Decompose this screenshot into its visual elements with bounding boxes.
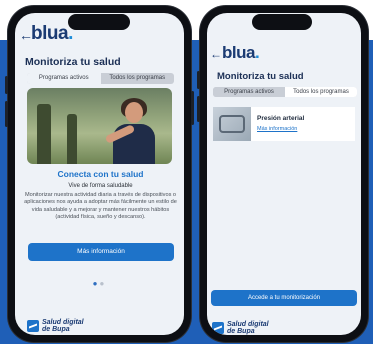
bupa-logo-icon [212, 322, 224, 334]
page-title: Monitoriza tu salud [217, 71, 304, 82]
carousel-dot[interactable]: ● [100, 279, 107, 288]
program-card[interactable]: Presión arterial Más información [213, 107, 355, 141]
footer-line-1: Salud digital [42, 319, 84, 326]
section-subheading: Vive de forma saludable [68, 183, 133, 189]
footer-line-2: de Bupa [42, 326, 70, 333]
tab-active-programs[interactable]: Programas activos [27, 73, 101, 84]
person-head [125, 102, 143, 123]
blua-logo: blua. [222, 43, 260, 62]
program-tabs: Programas activos Todos los programas [213, 87, 357, 97]
back-arrow-icon[interactable]: ← [210, 47, 222, 61]
footer-text: Salud digital de Bupa [227, 321, 269, 335]
phone-notch [252, 14, 312, 30]
phone-notch [68, 14, 130, 30]
card-title: Presión arterial [257, 115, 305, 122]
carousel-dots: ●● [15, 279, 184, 288]
volume-button [197, 71, 200, 89]
blood-pressure-image [213, 107, 251, 141]
phone-frame-left: ← blua. Monitoriza tu salud Programas ac… [5, 6, 194, 342]
access-monitoring-button[interactable]: Accede a tu monitorización [211, 290, 357, 306]
tree-trunk [37, 104, 51, 164]
volume-button [5, 101, 8, 127]
volume-button [5, 76, 8, 94]
card-more-info-link[interactable]: Más información [257, 126, 297, 132]
power-button [191, 91, 194, 125]
bupa-footer-logo: Salud digital de Bupa [27, 319, 84, 333]
page-title: Monitoriza tu salud [25, 56, 121, 68]
hero-photo [27, 88, 172, 164]
tab-all-programs[interactable]: Todos los programas [101, 73, 175, 84]
section-heading: Conecta con tu salud [57, 169, 144, 179]
app-screen-left: ← blua. Monitoriza tu salud Programas ac… [15, 13, 184, 335]
footer-line-2: de Bupa [227, 328, 255, 335]
blua-logo: blua. [31, 23, 73, 44]
blood-pressure-cuff-icon [219, 115, 245, 133]
bupa-logo-icon [27, 320, 39, 332]
program-tabs: Programas activos Todos los programas [27, 73, 174, 84]
carousel-dot-active[interactable]: ● [93, 279, 100, 288]
phone-frame-right: ← blua. Monitoriza tu salud Programas ac… [197, 6, 368, 342]
footer-line-1: Salud digital [227, 321, 269, 328]
tab-active-programs[interactable]: Programas activos [213, 87, 285, 97]
tree-trunk [67, 114, 77, 164]
bupa-footer-logo: Salud digital de Bupa [212, 321, 269, 335]
section-description: Monitorizar nuestra actividad diaria a t… [24, 192, 177, 221]
app-screen-right: ← blua. Monitoriza tu salud Programas ac… [207, 13, 361, 335]
more-info-button[interactable]: Más información [28, 243, 174, 261]
tab-all-programs[interactable]: Todos los programas [285, 87, 357, 97]
volume-button [197, 96, 200, 122]
footer-text: Salud digital de Bupa [42, 319, 84, 333]
